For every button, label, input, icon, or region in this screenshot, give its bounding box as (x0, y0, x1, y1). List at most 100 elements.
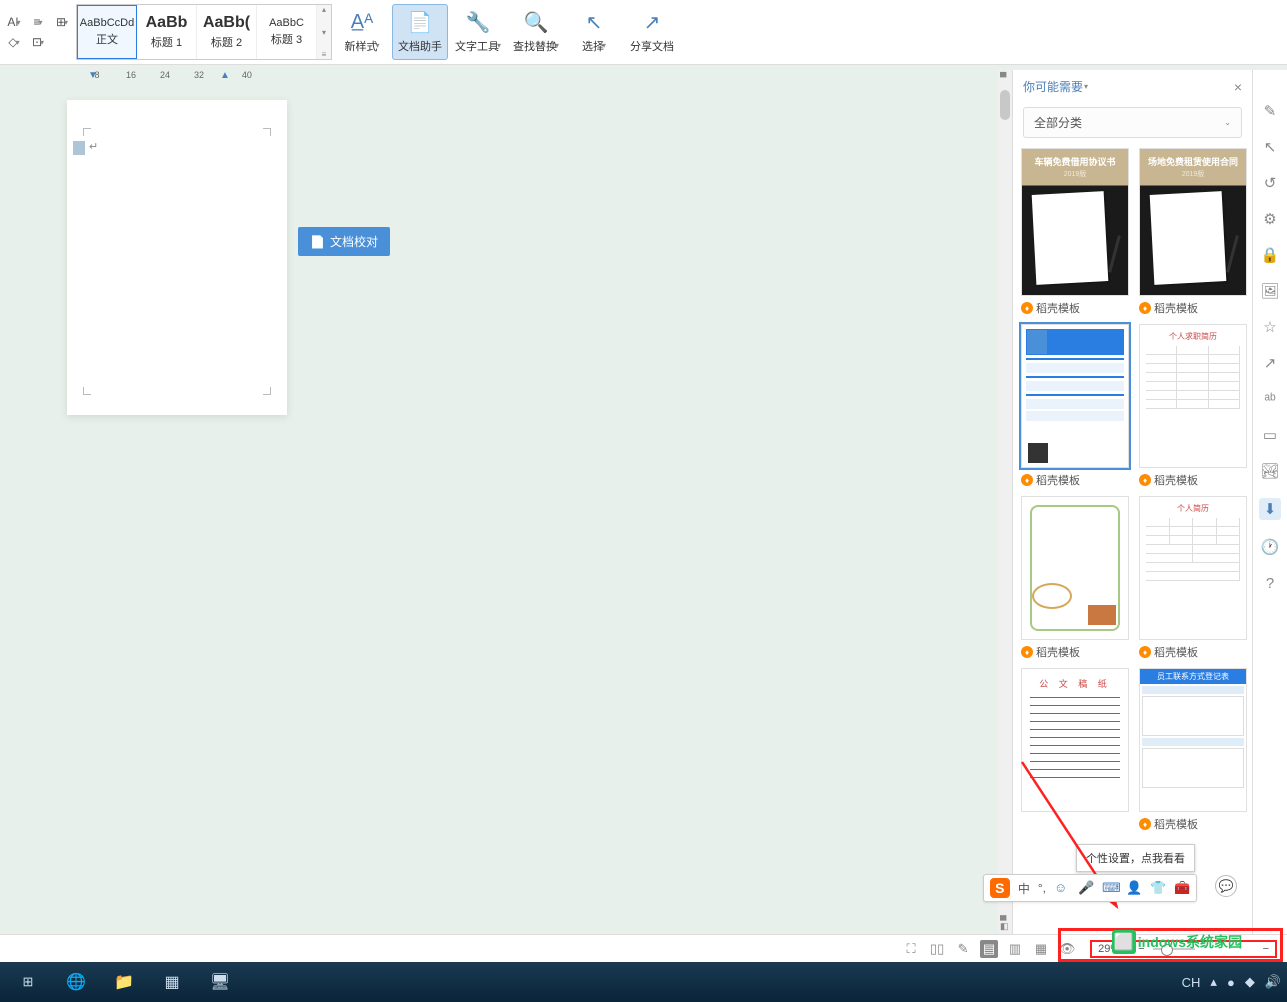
ime-lang[interactable]: 中 (1018, 880, 1030, 897)
scroll-up-icon[interactable]: ▀ (1000, 72, 1006, 82)
template-card[interactable]: 车辆免费借用协议书 2019版 ♦稻壳模板 (1021, 148, 1129, 316)
shading-btn[interactable]: ◇▾ (4, 33, 24, 51)
sogou-logo-icon[interactable]: S (990, 878, 1010, 898)
reading-view-icon[interactable]: ▯▯ (928, 940, 946, 958)
template-card[interactable]: 个人求职简历 ♦稻壳模板 (1139, 324, 1247, 488)
template-card[interactable]: 员工联系方式登记表 ♦稻壳模板 (1139, 668, 1247, 832)
line-spacing-btn[interactable]: ≡▾ (28, 13, 48, 31)
template-card[interactable]: 公 文 稿 纸 (1021, 668, 1129, 832)
task-app-icon[interactable]: 🌐 (54, 966, 98, 998)
page-icon[interactable]: ▭ (1261, 426, 1279, 444)
translate-icon[interactable]: ᵃᵇ (1261, 390, 1279, 408)
doc-helper-button[interactable]: 📄 文档助手 (392, 4, 448, 60)
tray-arrow-icon[interactable]: ▴ (1210, 974, 1217, 990)
ruler-tick: 40 (230, 70, 264, 80)
history-icon[interactable]: ↺ (1261, 174, 1279, 192)
zoom-out-icon[interactable]: − (1138, 943, 1144, 955)
page-view-icon[interactable]: ▤ (980, 940, 998, 958)
ime-user-icon[interactable]: 👤 (1126, 880, 1142, 896)
task-app-icon[interactable]: ▦ (150, 966, 194, 998)
lock-icon[interactable]: 🔒 (1261, 246, 1279, 264)
clock-icon[interactable]: 🕐 (1261, 538, 1279, 556)
task-app-icon[interactable]: 🖥 (198, 966, 242, 998)
thumb-title: 个人简历 (1146, 503, 1240, 514)
select-button[interactable]: ↖ 选择▾ (566, 4, 622, 60)
find-replace-button[interactable]: 🔍 查找替换▾ (508, 4, 564, 60)
template-card[interactable]: ♦稻壳模板 (1021, 496, 1129, 660)
settings-icon[interactable]: ⚙ (1261, 210, 1279, 228)
close-icon[interactable]: × (1234, 79, 1242, 95)
ime-keyboard-icon[interactable]: ⌨ (1102, 880, 1118, 896)
tray-volume-icon[interactable]: 🔊 (1265, 974, 1281, 990)
style-preview: AaBbC (269, 17, 304, 29)
style-scroll[interactable]: ▴▾≡ (317, 5, 331, 59)
edit-mode-icon[interactable]: ✎ (954, 940, 972, 958)
eye-icon[interactable]: 👁 (1058, 940, 1076, 958)
download-icon[interactable]: ⬇ (1259, 498, 1281, 520)
star-icon[interactable]: ☆ (1261, 318, 1279, 336)
comment-button[interactable]: 💬 (1215, 875, 1237, 897)
share-icon[interactable]: ↗ (1261, 354, 1279, 372)
layout-btn[interactable]: ⊡▾ (28, 33, 48, 51)
template-thumbnail[interactable]: 公 文 稿 纸 (1021, 668, 1129, 812)
image-icon[interactable]: 🖼 (1261, 282, 1279, 300)
ime-skin-icon[interactable]: 👕 (1150, 880, 1166, 896)
ribbon-toolbar: Aǀ▾ ≡▾ ⊞▾ ◇▾ ⊡▾ AaBbCcDd 正文 AaBb 标题 1 Aa… (0, 0, 1287, 65)
style-normal[interactable]: AaBbCcDd 正文 (77, 5, 137, 59)
document-page[interactable]: ↵ (67, 100, 287, 415)
outline-view-icon[interactable]: ▥ (1006, 940, 1024, 958)
style-heading2[interactable]: AaBb( 标题 2 (197, 5, 257, 59)
web-view-icon[interactable]: ▦ (1032, 940, 1050, 958)
indent-marker-icon[interactable]: ▲ (220, 70, 230, 81)
vertical-scrollbar[interactable]: ▀ ▄ ◧ (998, 70, 1012, 934)
template-thumbnail[interactable]: 个人求职简历 (1139, 324, 1247, 468)
ime-mic-icon[interactable]: 🎤 (1078, 880, 1094, 896)
template-card[interactable]: 个人简历 ♦稻壳模板 (1139, 496, 1247, 660)
tray-ch[interactable]: CH (1182, 975, 1201, 990)
picture-icon[interactable]: 🏞 (1261, 462, 1279, 480)
panel-title-button[interactable]: 你可能需要▾ (1023, 78, 1088, 95)
side-toolbar: ✎ ↖ ↺ ⚙ 🔒 🖼 ☆ ↗ ᵃᵇ ▭ 🏞 ⬇ 🕐 ? (1252, 70, 1287, 942)
split-icon[interactable]: ◧ (1000, 921, 1009, 932)
tray-app-icon[interactable]: ◆ (1245, 974, 1255, 990)
margin-corner (83, 387, 91, 395)
borders-btn[interactable]: ⊞▾ (52, 13, 72, 31)
template-thumbnail[interactable]: 员工联系方式登记表 (1139, 668, 1247, 812)
proofread-button[interactable]: 文档校对 (298, 227, 390, 256)
zoom-slider[interactable] (1153, 948, 1195, 950)
ime-bar[interactable]: S 中 °, ☺ 🎤 ⌨ 👤 👕 🧰 (983, 874, 1197, 902)
zoom-control[interactable]: 29%▾ − − (1090, 940, 1277, 958)
start-button[interactable]: ⊞ (6, 966, 50, 998)
text-direction-btn[interactable]: Aǀ▾ (4, 13, 24, 31)
ime-punct-icon[interactable]: °, (1038, 881, 1046, 895)
task-app-icon[interactable]: 📁 (102, 966, 146, 998)
new-style-button[interactable]: A̲ᴬ 新样式▾ (334, 4, 390, 60)
template-thumbnail[interactable]: 场地免费租赁使用合同 2019版 (1139, 148, 1247, 296)
ime-emoji-icon[interactable]: ☺ (1054, 880, 1070, 896)
ime-toolbox-icon[interactable]: 🧰 (1174, 880, 1190, 896)
cursor-icon[interactable]: ↖ (1261, 138, 1279, 156)
template-thumbnail[interactable]: 车辆免费借用协议书 2019版 (1021, 148, 1129, 296)
template-thumbnail[interactable] (1021, 496, 1129, 640)
thumb-title: 员工联系方式登记表 (1140, 669, 1246, 684)
premium-badge-icon: ♦ (1139, 818, 1151, 830)
zoom-in-icon[interactable]: − (1263, 943, 1269, 955)
premium-badge-icon: ♦ (1139, 302, 1151, 314)
help-icon[interactable]: ? (1261, 574, 1279, 592)
share-doc-button[interactable]: ↗ 分享文档 (624, 4, 680, 60)
style-heading1[interactable]: AaBb 标题 1 (137, 5, 197, 59)
style-heading3[interactable]: AaBbC 标题 3 (257, 5, 317, 59)
scroll-thumb[interactable] (1000, 90, 1010, 120)
template-card[interactable]: ♦稻壳模板 (1021, 324, 1129, 488)
scroll-down-icon[interactable]: ▄ (1000, 910, 1006, 920)
tray-app-icon[interactable]: ● (1227, 975, 1235, 990)
category-select[interactable]: 全部分类 ⌄ (1023, 107, 1242, 138)
share-doc-label: 分享文档 (630, 38, 674, 54)
text-tools-button[interactable]: 🔧 文字工具▾ (450, 4, 506, 60)
indent-marker-icon[interactable]: ▼ (88, 70, 98, 81)
fullscreen-icon[interactable]: ⛶ (902, 940, 920, 958)
pen-icon[interactable]: ✎ (1261, 102, 1279, 120)
template-thumbnail[interactable]: 个人简历 (1139, 496, 1247, 640)
template-card[interactable]: 场地免费租赁使用合同 2019版 ♦稻壳模板 (1139, 148, 1247, 316)
template-thumbnail[interactable] (1021, 324, 1129, 468)
